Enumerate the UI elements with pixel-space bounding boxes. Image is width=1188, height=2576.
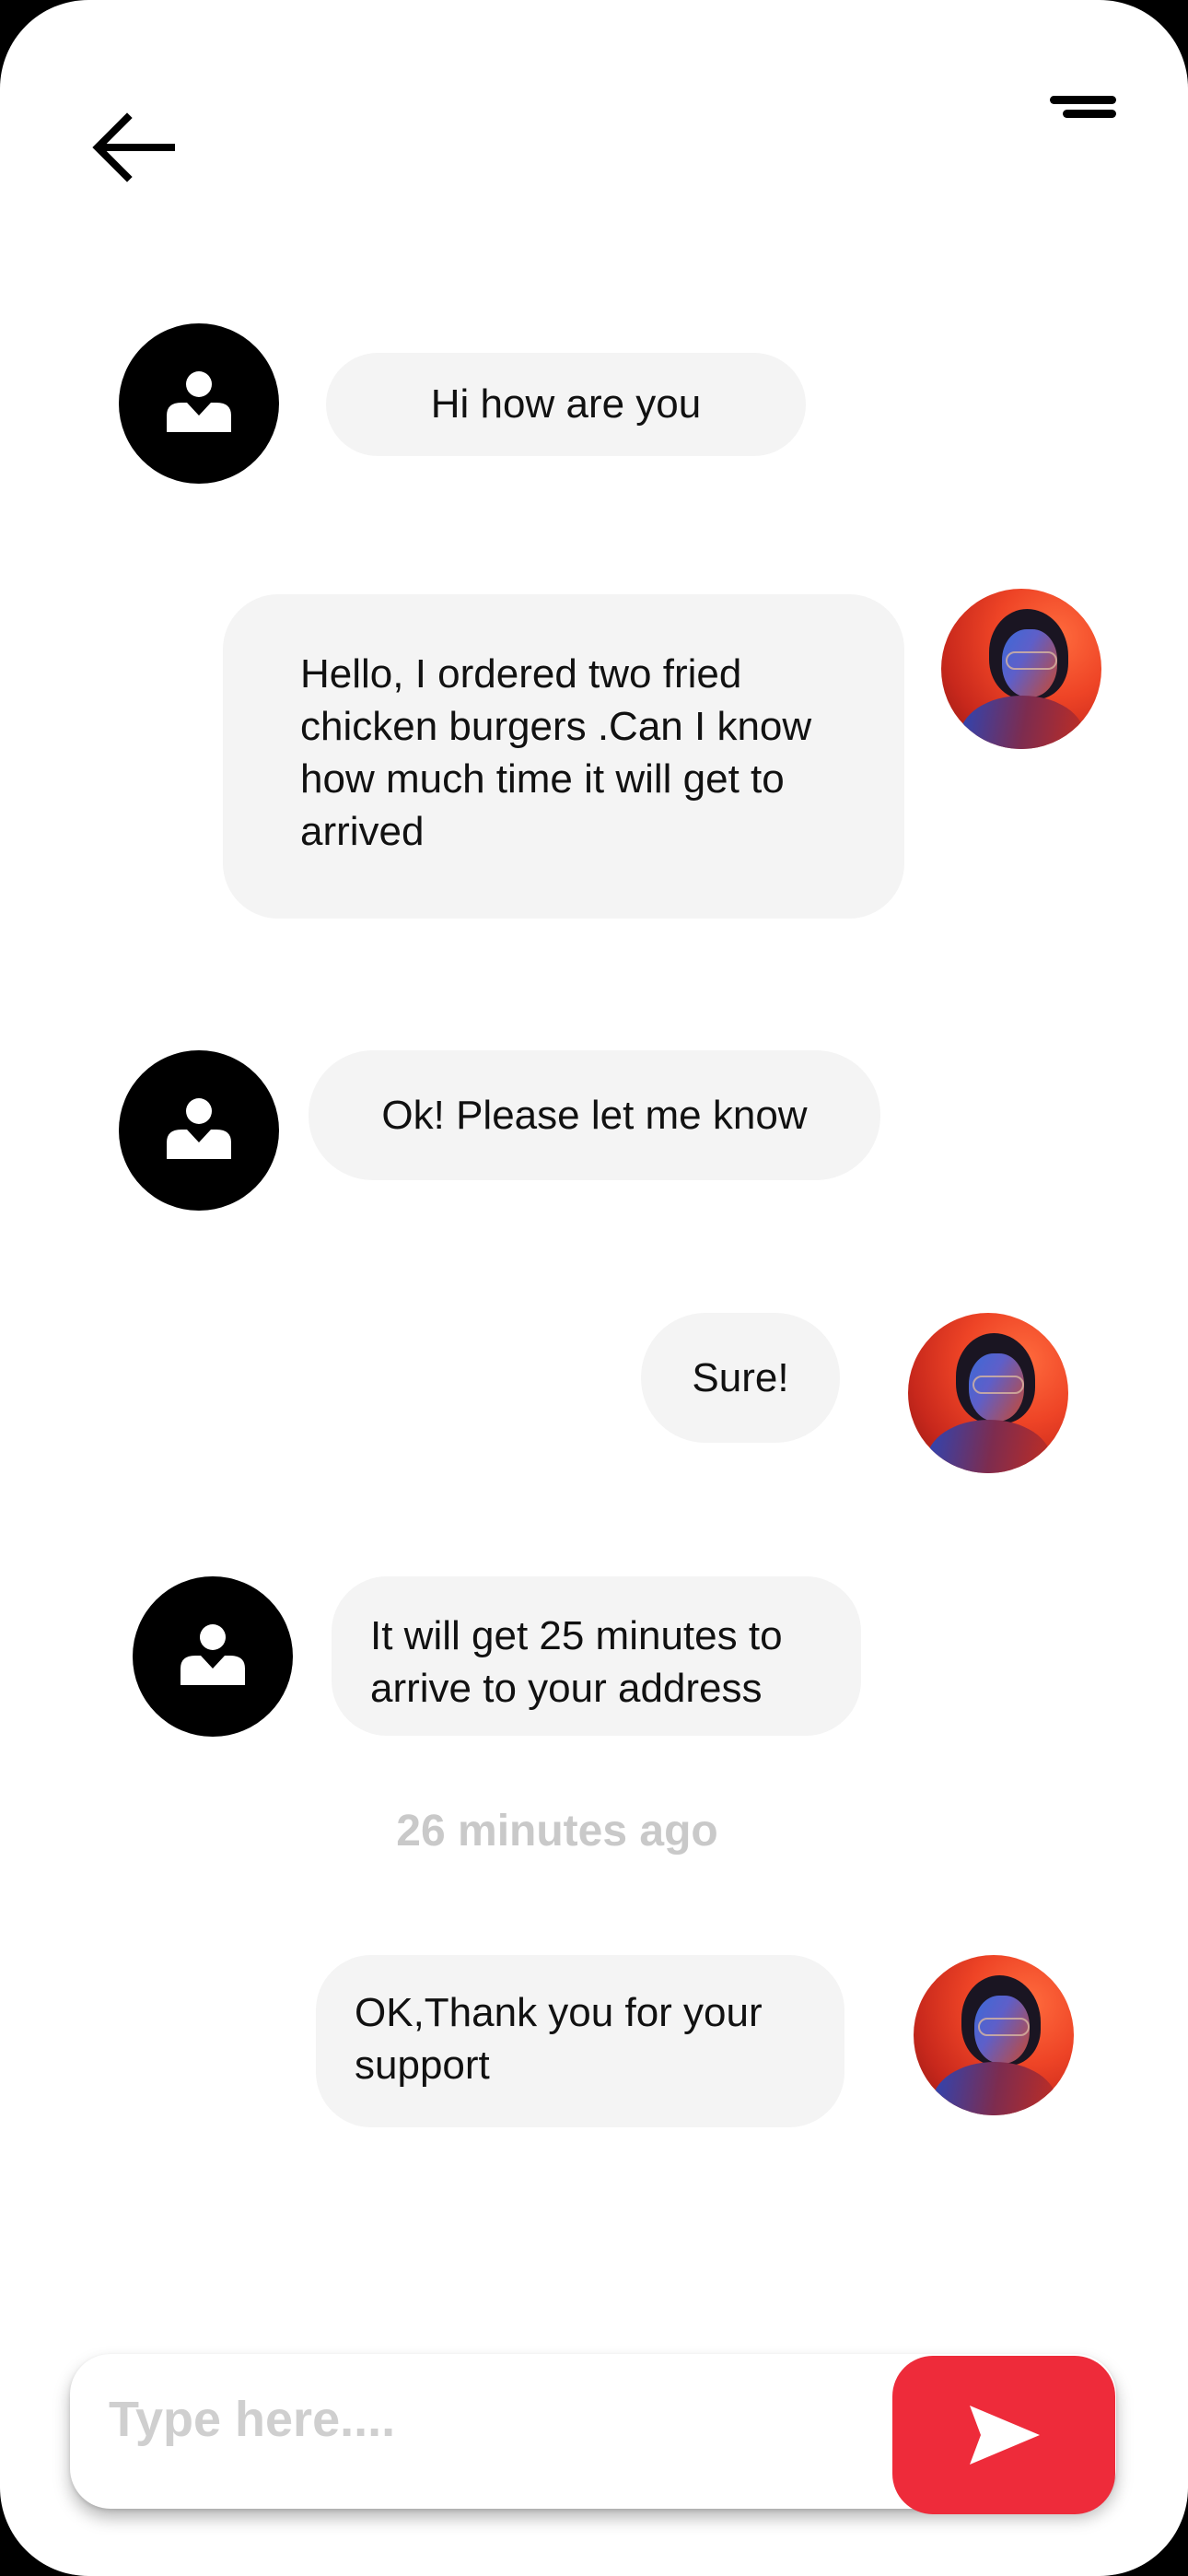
person-icon — [181, 1624, 245, 1685]
message-text: Sure! — [692, 1355, 789, 1400]
arrow-left-icon — [92, 112, 175, 182]
agent-avatar — [133, 1576, 293, 1737]
message-bubble-user: Sure! — [641, 1313, 840, 1443]
menu-button[interactable] — [1039, 88, 1122, 135]
person-icon — [167, 371, 231, 432]
message-text: Hi how are you — [430, 381, 702, 427]
user-avatar — [908, 1313, 1068, 1473]
avatar-body — [926, 1420, 1052, 1473]
menu-icon-bar — [1063, 110, 1116, 118]
back-button[interactable] — [88, 103, 177, 192]
message-bubble-user: OK,Thank you for your support — [316, 1955, 844, 2127]
menu-icon — [1050, 96, 1116, 104]
person-icon — [167, 1098, 231, 1159]
message-text: Ok! Please let me know — [381, 1093, 808, 1138]
message-bubble-agent: Ok! Please let me know — [309, 1050, 880, 1180]
message-input[interactable] — [107, 2372, 903, 2466]
avatar-glasses — [973, 1376, 1024, 1394]
avatar-body — [960, 696, 1085, 749]
message-bubble-user: Hello, I ordered two fried chicken burge… — [223, 594, 904, 919]
avatar-glasses — [978, 2018, 1030, 2036]
avatar-glasses — [1006, 651, 1057, 670]
message-bubble-agent: Hi how are you — [326, 353, 806, 456]
avatar-body — [932, 2062, 1057, 2115]
message-text: Hello, I ordered two fried chicken burge… — [300, 651, 812, 854]
message-composer — [70, 2354, 1116, 2514]
agent-avatar — [119, 323, 279, 484]
message-bubble-agent: It will get 25 minutes to arrive to your… — [332, 1576, 861, 1736]
message-text: OK,Thank you for your support — [355, 1990, 763, 2088]
send-button[interactable] — [892, 2356, 1115, 2514]
user-avatar — [941, 589, 1101, 749]
message-text: It will get 25 minutes to arrive to your… — [370, 1613, 783, 1711]
agent-avatar — [119, 1050, 279, 1211]
message-timestamp: 26 minutes ago — [396, 1807, 718, 1856]
user-avatar — [914, 1955, 1074, 2115]
chat-screen: Hi how are you Hello, I ordered two frie… — [0, 0, 1188, 2576]
send-icon — [970, 2406, 1040, 2465]
